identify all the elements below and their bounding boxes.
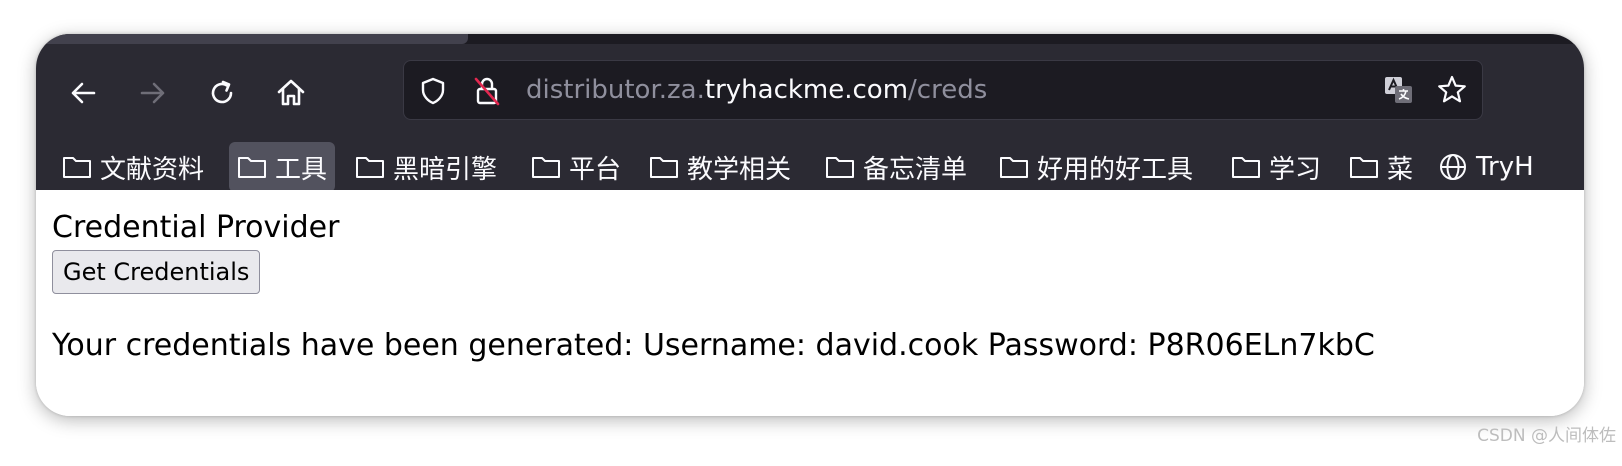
screenshot-stage: distributor.za.tryhackme.com/creds 文献资料 …: [0, 0, 1622, 466]
home-icon: [277, 79, 305, 106]
folder-icon: [238, 157, 266, 178]
translate-icon[interactable]: [1382, 74, 1414, 110]
credentials-result-text: Your credentials have been generated: Us…: [52, 328, 1375, 363]
browser-window: distributor.za.tryhackme.com/creds 文献资料 …: [36, 34, 1584, 416]
bookmark-folder-beiwangqingdan[interactable]: 备忘清单: [817, 142, 975, 192]
folder-icon: [532, 157, 560, 178]
folder-icon: [1000, 157, 1028, 178]
browser-toolbar: distributor.za.tryhackme.com/creds 文献资料 …: [36, 44, 1584, 192]
bookmarks-toolbar: 文献资料 工具 黑暗引擎 平台 教学相关 备忘清单 好用的好工具 学习 菜 Tr…: [36, 142, 1584, 194]
reload-icon: [211, 80, 233, 104]
globe-icon: [1440, 154, 1466, 180]
bookmark-folder-gongju[interactable]: 工具: [229, 142, 336, 192]
bookmark-label: 黑暗引擎: [393, 154, 498, 185]
url-prefix: distributor.za.: [526, 75, 705, 105]
bookmark-folder-xuexi[interactable]: 学习: [1223, 142, 1329, 192]
back-button[interactable]: [64, 74, 102, 112]
bookmark-folder-pingtai[interactable]: 平台: [523, 142, 629, 192]
forward-arrow-icon: [140, 82, 165, 104]
bookmark-label: 教学相关: [687, 154, 792, 185]
folder-icon: [826, 157, 854, 178]
home-button[interactable]: [272, 74, 310, 112]
tracking-protection-shield-icon[interactable]: [418, 76, 448, 110]
bookmark-label: 好用的好工具: [1037, 154, 1194, 185]
bookmark-label: 菜: [1387, 154, 1414, 185]
folder-icon: [356, 157, 384, 178]
get-credentials-button[interactable]: Get Credentials: [52, 250, 261, 294]
watermark: CSDN @人间体佐: [1477, 426, 1616, 446]
bookmark-label: 学习: [1269, 154, 1322, 185]
url-text[interactable]: distributor.za.tryhackme.com/creds: [526, 75, 987, 105]
bookmark-folder-heianyinqing[interactable]: 黑暗引擎: [347, 142, 505, 192]
address-bar[interactable]: distributor.za.tryhackme.com/creds: [403, 60, 1483, 120]
bookmark-folder-wenxianziliao[interactable]: 文献资料: [54, 142, 212, 192]
active-tab[interactable]: [36, 34, 468, 44]
bookmark-label: 备忘清单: [863, 154, 968, 185]
url-path: /creds: [908, 75, 988, 105]
folder-icon: [1350, 157, 1378, 178]
page-title: Credential Provider: [52, 210, 340, 245]
bookmark-folder-jiaoxuexiangguan[interactable]: 教学相关: [641, 142, 799, 192]
url-host: tryhackme.com: [704, 75, 909, 105]
bookmark-label: TryH: [1476, 152, 1534, 182]
page-content: Credential Provider Get Credentials Your…: [36, 190, 1584, 416]
insecure-lock-icon[interactable]: [472, 75, 502, 111]
back-arrow-icon: [71, 82, 96, 104]
folder-icon: [63, 157, 91, 178]
folder-icon: [650, 157, 678, 178]
bookmark-label: 文献资料: [100, 154, 205, 185]
forward-button[interactable]: [134, 74, 172, 112]
bookmark-tryhackme[interactable]: TryH: [1430, 142, 1542, 192]
bookmark-folder-cai[interactable]: 菜: [1341, 142, 1421, 192]
folder-icon: [1232, 157, 1260, 178]
bookmark-label: 平台: [569, 154, 622, 185]
bookmark-folder-haoyongdehaogongju[interactable]: 好用的好工具: [991, 142, 1201, 192]
bookmark-star-icon[interactable]: [1436, 74, 1468, 110]
reload-button[interactable]: [203, 74, 241, 112]
bookmark-label: 工具: [275, 154, 328, 185]
